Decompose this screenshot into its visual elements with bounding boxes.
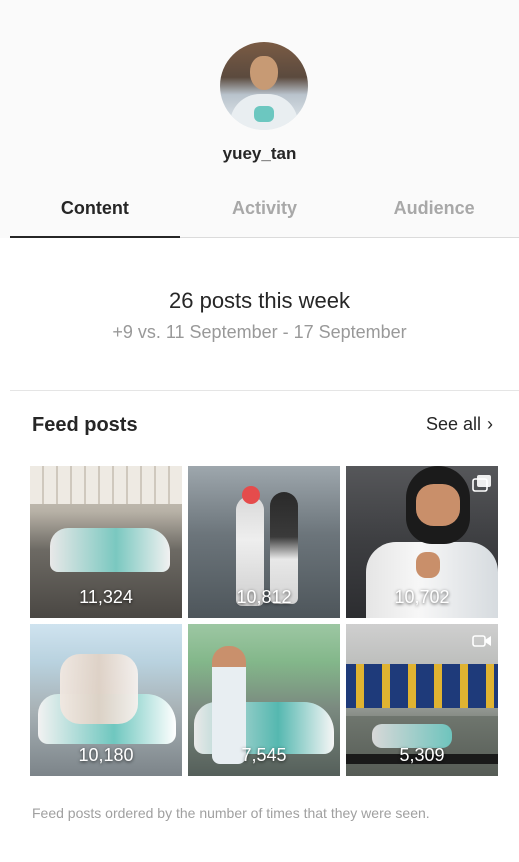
group-of-people [60, 654, 138, 724]
feed-post-thumbnail[interactable]: 10,180 [30, 624, 182, 776]
chevron-right-icon: › [487, 414, 493, 434]
insights-tabs: Content Activity Audience [10, 190, 519, 238]
post-impressions-count: 10,812 [236, 587, 292, 607]
multiple-photos-icon [472, 475, 491, 492]
race-car [50, 528, 170, 572]
see-all-link[interactable]: See all › [426, 414, 493, 435]
feed-posts-footnote: Feed posts ordered by the number of time… [32, 805, 430, 821]
avatar-badge [254, 106, 274, 122]
grandstand [346, 664, 498, 708]
tab-activity[interactable]: Activity [180, 190, 350, 237]
feed-posts-title: Feed posts [32, 414, 138, 436]
avatar-face [250, 56, 278, 90]
roof-structure [30, 466, 182, 504]
weekly-summary: 26 posts this week +9 vs. 11 September -… [0, 238, 519, 390]
feed-post-thumbnail[interactable]: 10,812 [188, 466, 340, 618]
post-impressions-count: 10,702 [394, 587, 450, 607]
post-impressions-count: 10,180 [78, 745, 134, 765]
posts-comparison: +9 vs. 11 September - 17 September [112, 322, 407, 342]
avatar[interactable] [220, 42, 308, 130]
section-divider [10, 390, 519, 391]
tab-audience[interactable]: Audience [349, 190, 519, 237]
post-impressions-count: 7,545 [241, 745, 287, 765]
feed-post-thumbnail[interactable]: 11,324 [30, 466, 182, 618]
post-impressions-count: 5,309 [399, 745, 445, 765]
post-impressions-count: 11,324 [79, 587, 133, 607]
feed-post-thumbnail[interactable]: 5,309 [346, 624, 498, 776]
driver-face [416, 484, 460, 526]
tab-content[interactable]: Content [10, 190, 180, 238]
helmet [242, 486, 260, 504]
feed-post-thumbnail[interactable]: 10,702 [346, 466, 498, 618]
profile-header: yuey_tan Content Activity Audience [0, 0, 519, 238]
username: yuey_tan [222, 144, 297, 163]
see-all-label: See all [425, 414, 481, 434]
video-camera-icon [472, 635, 491, 647]
feed-post-thumbnail[interactable]: 7,545 [188, 624, 340, 776]
hand [416, 552, 440, 578]
posts-this-week: 26 posts this week [169, 288, 350, 313]
